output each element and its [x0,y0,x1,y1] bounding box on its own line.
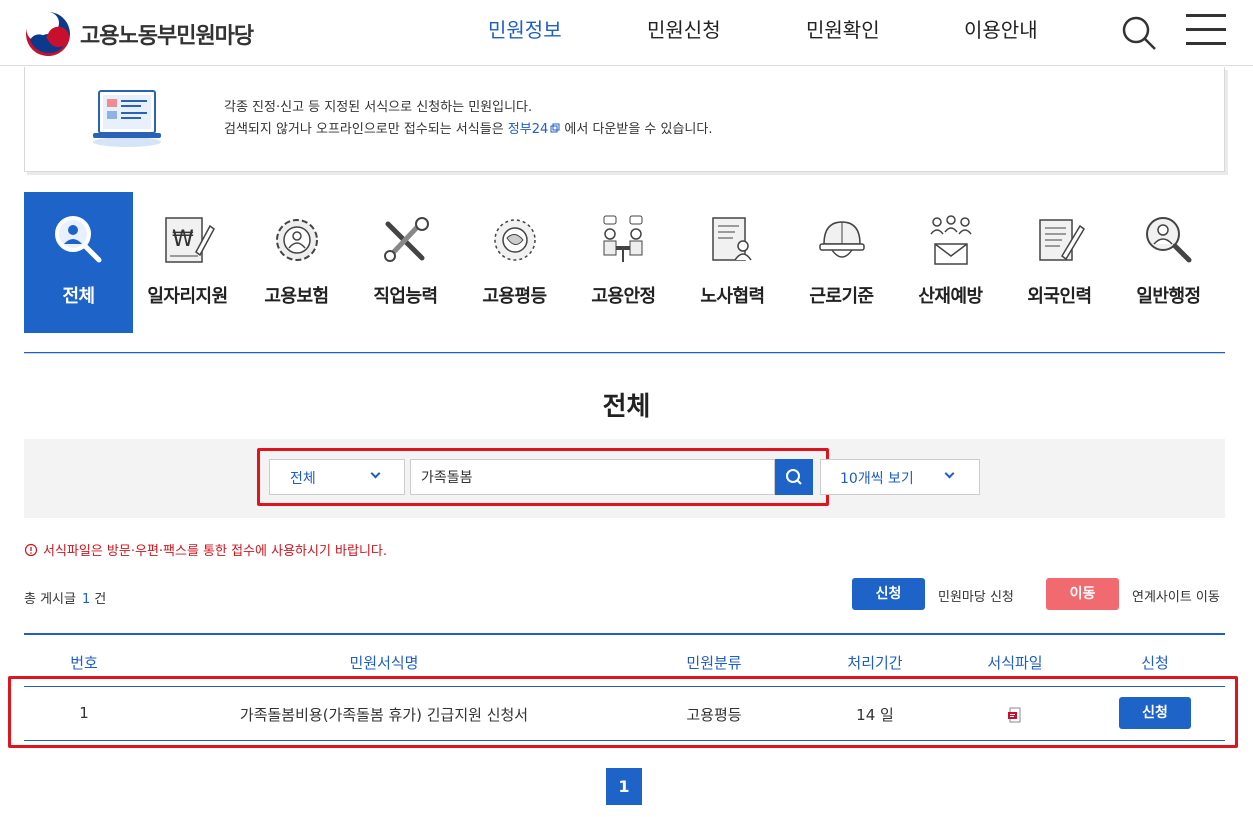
meeting-icon [603,215,642,262]
logo-text: 고용노동부민원마당 [80,24,254,49]
main-nav: 민원정보 민원신청 민원확인 이용안내 [488,14,1038,43]
tab-label: 전체 [62,286,95,307]
chevron-down-icon [370,468,381,479]
person-search-icon [54,216,101,263]
col-header-apply: 신청 [1141,654,1169,672]
section-divider [24,352,1225,354]
page-title: 전체 [602,392,651,422]
people-mail-icon [929,215,972,265]
won-document-icon: ₩ [164,217,215,263]
document-pen-icon [1038,219,1085,261]
svg-text:₩: ₩ [172,227,194,252]
search-submit-button[interactable] [775,459,813,495]
laptop-form-icon [93,90,161,147]
tab-label: 산재예방 [918,286,983,307]
search-category-select[interactable]: 전체 [269,459,405,495]
tab-label: 직업능력 [373,286,438,307]
tab-employment-stability[interactable]: 고용안정 [569,192,678,333]
tab-label: 일반행정 [1136,286,1201,307]
taegeuk-logo-icon [26,12,70,56]
tab-all[interactable]: 전체 [24,192,133,333]
tab-label: 일자리지원 [147,286,228,307]
category-tabs: 전체 ₩ 일자리지원 고용보험 직업능력 고용평등 고용안정 노사협력 근로기준… [24,192,1223,333]
total-unit: 건 [94,592,107,607]
info-line-1: 각종 진정·신고 등 지정된 서식으로 신청하는 민원입니다. [224,100,533,115]
person-search-icon [1145,217,1191,263]
nav-civil-check[interactable]: 민원확인 [806,14,964,43]
per-page-select[interactable]: 10개씩 보기 [820,459,980,495]
info-text: 각종 진정·신고 등 지정된 서식으로 신청하는 민원입니다. 검색되지 않거나… [224,97,713,141]
tab-label: 외국인력 [1027,286,1092,307]
site-header: 고용노동부민원마당 민원정보 민원신청 민원확인 이용안내 [0,0,1253,66]
col-header-period: 처리기간 [847,654,903,672]
tab-label: 근로기준 [809,286,874,307]
search-input[interactable] [410,459,775,495]
search-icon [786,469,802,485]
notice-label: 서식파일은 방문·우편·팩스를 통한 접수에 사용하시기 바랍니다. [43,544,388,559]
gov24-link[interactable]: 정부24 [508,122,560,137]
tab-general-admin[interactable]: 일반행정 [1114,192,1223,333]
tab-label: 고용평등 [482,286,547,307]
helmet-icon [818,221,865,258]
chevron-down-icon [944,468,955,479]
total-number: 1 [81,592,91,607]
tools-icon [383,217,429,262]
tab-foreign-workforce[interactable]: 외국인력 [1005,192,1114,333]
info-box: 각종 진정·신고 등 지정된 서식으로 신청하는 민원입니다. 검색되지 않거나… [24,67,1225,172]
total-label: 총 게시글 [24,592,76,607]
tab-job-support[interactable]: ₩ 일자리지원 [133,192,242,333]
col-header-form-name: 민원서식명 [349,654,419,672]
globe-people-icon [493,219,536,261]
legend-apply-text: 민원마당 신청 [938,590,1014,605]
nav-civil-info[interactable]: 민원정보 [488,14,647,43]
tab-employment-insurance[interactable]: 고용보험 [242,192,351,333]
search-category-value: 전체 [290,471,316,487]
per-page-value: 10개씩 보기 [840,471,914,487]
tab-label: 노사협력 [700,286,765,307]
legend-apply-badge: 신청 [852,578,925,610]
tab-accident-prevention[interactable]: 산재예방 [896,192,1005,333]
external-link-icon [550,123,560,133]
hamburger-menu-icon[interactable] [1186,14,1226,48]
tab-vocational-skills[interactable]: 직업능력 [351,192,460,333]
legend-move-badge: 이동 [1046,578,1119,610]
alert-circle-icon [24,543,38,556]
tab-labor-cooperation[interactable]: 노사협력 [678,192,787,333]
nav-guide[interactable]: 이용안내 [964,14,1038,43]
highlight-box-row [8,676,1238,748]
table-top-border [24,633,1225,635]
info-line-2-post: 에서 다운받을 수 있습니다. [560,122,713,137]
gov24-link-label: 정부24 [507,122,549,137]
pagination-page-1[interactable]: 1 [606,768,642,805]
document-person-icon [711,217,752,261]
info-line-2: 검색되지 않거나 오프라인으로만 접수되는 서식들은 정부24 에서 다운받을 … [224,119,713,141]
total-count: 총 게시글 1 건 [24,588,106,607]
search-icon[interactable] [1120,14,1158,52]
gear-person-icon [275,219,318,261]
legend-move-text: 연계사이트 이동 [1132,590,1220,605]
tab-label: 고용안정 [591,286,656,307]
col-header-category: 민원분류 [686,654,742,672]
nav-civil-apply[interactable]: 민원신청 [647,14,806,43]
info-line-2-pre: 검색되지 않거나 오프라인으로만 접수되는 서식들은 [224,122,508,137]
tab-labor-standards[interactable]: 근로기준 [787,192,896,333]
col-header-file: 서식파일 [987,654,1043,672]
col-header-number: 번호 [70,654,98,672]
notice-text: 서식파일은 방문·우편·팩스를 통한 접수에 사용하시기 바랍니다. [24,540,387,559]
tab-label: 고용보험 [264,286,329,307]
site-logo[interactable]: 고용노동부민원마당 [24,10,254,58]
tab-employment-equality[interactable]: 고용평등 [460,192,569,333]
